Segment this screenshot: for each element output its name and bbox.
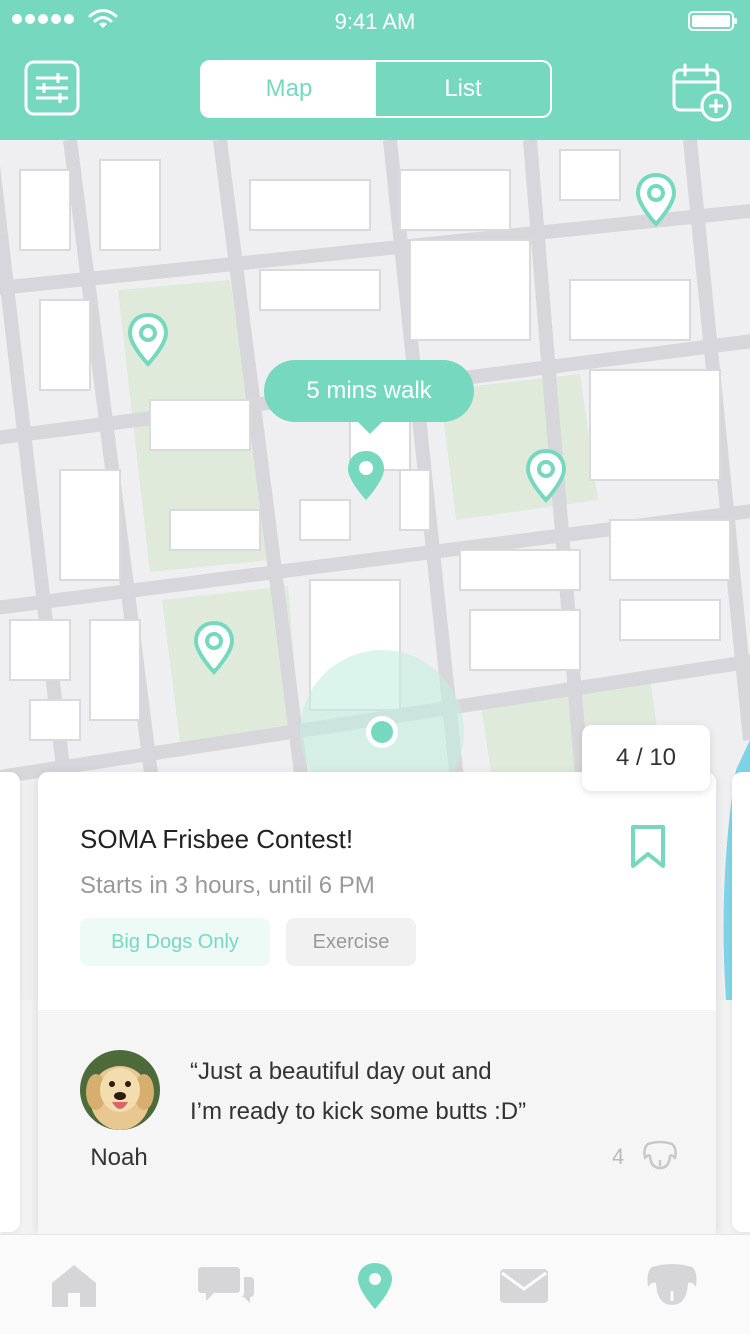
home-icon[interactable] — [44, 1261, 104, 1311]
result-counter: 4 / 10 — [582, 725, 710, 791]
mail-icon[interactable] — [494, 1261, 554, 1311]
map-pin-icon[interactable] — [634, 172, 678, 228]
view-toggle: Map List — [200, 60, 552, 118]
map-pin-icon[interactable] — [192, 620, 236, 676]
tab-map[interactable]: Map — [202, 62, 376, 116]
event-title: SOMA Frisbee Contest! — [80, 824, 354, 854]
map-pin-icon[interactable] — [524, 448, 568, 504]
previous-card[interactable] — [0, 772, 20, 1232]
avatar[interactable] — [80, 1050, 160, 1130]
tag-big-dogs-only[interactable]: Big Dogs Only — [80, 918, 270, 966]
like-count: 4 — [612, 1144, 625, 1169]
top-header: 9:41 AM Map List — [0, 0, 750, 140]
location-pin-icon[interactable] — [345, 1261, 405, 1311]
current-location-icon — [366, 716, 398, 748]
tab-list[interactable]: List — [376, 62, 550, 116]
dog-icon[interactable] — [642, 1261, 702, 1311]
status-bar: 9:41 AM — [0, 0, 750, 40]
chat-icon[interactable] — [196, 1261, 256, 1311]
calendar-add-icon[interactable] — [670, 62, 734, 124]
selected-map-pin-icon[interactable] — [344, 448, 388, 504]
tag-exercise[interactable]: Exercise — [286, 918, 416, 966]
event-time: Starts in 3 hours, until 6 PM — [80, 872, 375, 899]
sliders-icon[interactable] — [24, 60, 80, 116]
dog-like-icon[interactable] — [642, 1140, 678, 1172]
walk-time-tooltip: 5 mins walk — [264, 360, 474, 434]
bottom-tab-bar — [0, 1234, 750, 1334]
comment-text-line-2: I’m ready to kick some butts :D” — [190, 1098, 527, 1125]
bookmark-icon[interactable] — [630, 824, 666, 870]
map-pin-icon[interactable] — [126, 312, 170, 368]
battery-icon — [688, 11, 737, 31]
comment-text-line-1: “Just a beautiful day out and — [190, 1058, 492, 1085]
event-card[interactable]: SOMA Frisbee Contest! Starts in 3 hours,… — [38, 772, 716, 1234]
comment-author: Noah — [90, 1144, 148, 1171]
comment-section: Noah “Just a beautiful day out and I’m r… — [38, 1010, 716, 1234]
status-time: 9:41 AM — [334, 9, 416, 34]
next-card[interactable] — [732, 772, 750, 1232]
